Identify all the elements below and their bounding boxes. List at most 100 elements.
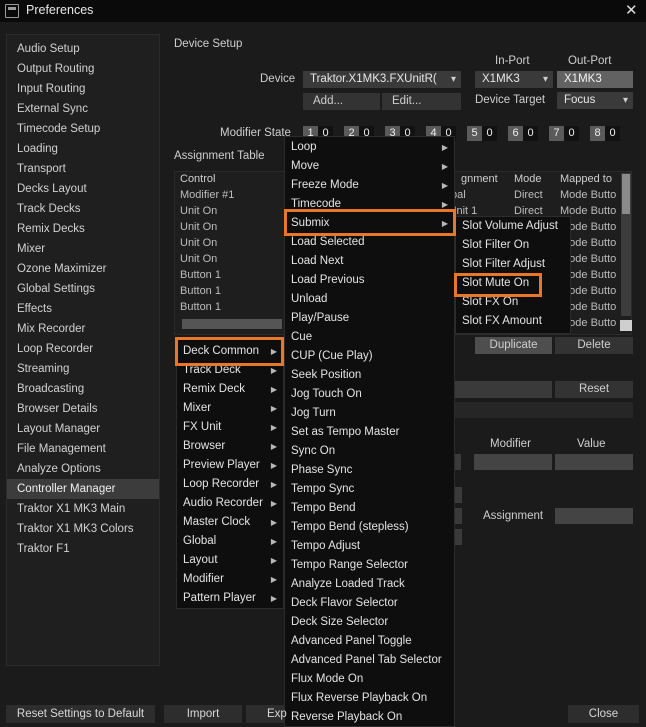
sidebar-item-global-settings[interactable]: Global Settings <box>7 279 159 299</box>
menu-item-track-deck[interactable]: Track Deck ▶ <box>177 361 283 380</box>
menu-item-slot-filter-adjust[interactable]: Slot Filter Adjust <box>456 255 570 274</box>
menu-item-modifier[interactable]: Modifier ▶ <box>177 570 283 589</box>
sidebar-item-layout-manager[interactable]: Layout Manager <box>7 419 159 439</box>
duplicate-button[interactable]: Duplicate <box>475 337 552 354</box>
menu-item-unload[interactable]: Unload <box>285 290 454 309</box>
table-hscrollbar[interactable] <box>182 319 282 329</box>
in-port-select[interactable]: X1MK3 ▾ <box>475 71 553 88</box>
menu-item-jog-turn[interactable]: Jog Turn <box>285 404 454 423</box>
sidebar-item-file-management[interactable]: File Management <box>7 439 159 459</box>
sidebar-item-traktor-f1[interactable]: Traktor F1 <box>7 539 159 559</box>
menu-item-slot-mute-on[interactable]: Slot Mute On <box>456 274 570 293</box>
sidebar-item-traktor-x1-mk3-colors[interactable]: Traktor X1 MK3 Colors <box>7 519 159 539</box>
table-row-control[interactable]: Unit On <box>180 253 217 265</box>
sidebar-item-decks-layout[interactable]: Decks Layout <box>7 179 159 199</box>
sidebar-item-transport[interactable]: Transport <box>7 159 159 179</box>
menu-item-play-pause[interactable]: Play/Pause <box>285 309 454 328</box>
sidebar-item-analyze-options[interactable]: Analyze Options <box>7 459 159 479</box>
menu-item-tempo-sync[interactable]: Tempo Sync <box>285 480 454 499</box>
menu-item-master-clock[interactable]: Master Clock ▶ <box>177 513 283 532</box>
menu-item-advanced-panel-toggle[interactable]: Advanced Panel Toggle <box>285 632 454 651</box>
menu-item-timecode[interactable]: Timecode ▶ <box>285 195 454 214</box>
add-button[interactable]: Add... <box>303 93 380 110</box>
menu-item-tempo-adjust[interactable]: Tempo Adjust <box>285 537 454 556</box>
menu-item-preview-player[interactable]: Preview Player ▶ <box>177 456 283 475</box>
assignment-select[interactable] <box>555 508 633 524</box>
close-button[interactable]: Close <box>568 705 639 723</box>
sidebar-item-effects[interactable]: Effects <box>7 299 159 319</box>
menu-item-loop[interactable]: Loop ▶ <box>285 138 454 157</box>
menu-item-submix[interactable]: Submix ▶ <box>285 214 454 233</box>
menu-item-remix-deck[interactable]: Remix Deck ▶ <box>177 380 283 399</box>
sidebar-item-audio-setup[interactable]: Audio Setup <box>7 39 159 59</box>
menu-item-set-as-tempo-master[interactable]: Set as Tempo Master <box>285 423 454 442</box>
device-target-select[interactable]: Focus ▾ <box>557 92 633 109</box>
menu-item-audio-recorder[interactable]: Audio Recorder ▶ <box>177 494 283 513</box>
sidebar-item-remix-decks[interactable]: Remix Decks <box>7 219 159 239</box>
table-row-control[interactable]: Button 1 <box>180 269 221 281</box>
menu-item-deck-size-selector[interactable]: Deck Size Selector <box>285 613 454 632</box>
menu-item-deck-common[interactable]: Deck Common ▶ <box>177 342 283 361</box>
menu-item-global[interactable]: Global ▶ <box>177 532 283 551</box>
sidebar-item-broadcasting[interactable]: Broadcasting <box>7 379 159 399</box>
menu-item-load-selected[interactable]: Load Selected <box>285 233 454 252</box>
menu-item-pattern-player[interactable]: Pattern Player ▶ <box>177 589 283 608</box>
comment-field[interactable] <box>452 402 633 418</box>
sidebar-item-input-routing[interactable]: Input Routing <box>7 79 159 99</box>
export-button[interactable]: Exp <box>246 705 287 723</box>
sidebar-item-controller-manager[interactable]: Controller Manager <box>7 479 159 499</box>
edit-button[interactable]: Edit... <box>382 93 461 110</box>
sidebar-item-browser-details[interactable]: Browser Details <box>7 399 159 419</box>
sidebar-item-output-routing[interactable]: Output Routing <box>7 59 159 79</box>
menu-item-browser[interactable]: Browser ▶ <box>177 437 283 456</box>
sidebar-item-loop-recorder[interactable]: Loop Recorder <box>7 339 159 359</box>
reset-settings-button[interactable]: Reset Settings to Default <box>6 705 155 723</box>
table-row-control[interactable]: Unit On <box>180 237 217 249</box>
menu-item-phase-sync[interactable]: Phase Sync <box>285 461 454 480</box>
learn-field[interactable] <box>452 381 552 398</box>
menu-item-flux-mode-on[interactable]: Flux Mode On <box>285 670 454 689</box>
close-icon[interactable]: ✕ <box>625 1 638 19</box>
out-port-select[interactable]: X1MK3 <box>557 71 633 88</box>
menu-item-load-previous[interactable]: Load Previous <box>285 271 454 290</box>
table-row-control[interactable]: Button 1 <box>180 301 221 313</box>
reset-button[interactable]: Reset <box>555 381 633 398</box>
menu-item-slot-fx-amount[interactable]: Slot FX Amount <box>456 312 570 331</box>
menu-item-slot-fx-on[interactable]: Slot FX On <box>456 293 570 312</box>
sidebar-item-traktor-x1-mk3-main[interactable]: Traktor X1 MK3 Main <box>7 499 159 519</box>
menu-item-tempo-range-selector[interactable]: Tempo Range Selector <box>285 556 454 575</box>
import-button[interactable]: Import <box>164 705 242 723</box>
menu-item-analyze-loaded-track[interactable]: Analyze Loaded Track <box>285 575 454 594</box>
menu-item-seek-position[interactable]: Seek Position <box>285 366 454 385</box>
table-row-control[interactable]: Modifier #1 <box>180 189 234 201</box>
menu-item-reverse-playback-on[interactable]: Reverse Playback On <box>285 708 454 727</box>
sidebar-item-streaming[interactable]: Streaming <box>7 359 159 379</box>
sidebar-item-mix-recorder[interactable]: Mix Recorder <box>7 319 159 339</box>
menu-item-freeze-mode[interactable]: Freeze Mode ▶ <box>285 176 454 195</box>
device-select[interactable]: Traktor.X1MK3.FXUnitR(▾ <box>303 71 461 88</box>
menu-item-layout[interactable]: Layout ▶ <box>177 551 283 570</box>
menu-item-loop-recorder[interactable]: Loop Recorder ▶ <box>177 475 283 494</box>
sidebar-item-mixer[interactable]: Mixer <box>7 239 159 259</box>
menu-item-deck-flavor-selector[interactable]: Deck Flavor Selector <box>285 594 454 613</box>
sidebar-item-loading[interactable]: Loading <box>7 139 159 159</box>
menu-item-sync-on[interactable]: Sync On <box>285 442 454 461</box>
sidebar-item-track-decks[interactable]: Track Decks <box>7 199 159 219</box>
menu-item-jog-touch-on[interactable]: Jog Touch On <box>285 385 454 404</box>
menu-item-cup-cue-play[interactable]: CUP (Cue Play) <box>285 347 454 366</box>
sidebar-item-external-sync[interactable]: External Sync <box>7 99 159 119</box>
menu-item-advanced-panel-tab-selector[interactable]: Advanced Panel Tab Selector <box>285 651 454 670</box>
table-row-control[interactable]: Button 1 <box>180 285 221 297</box>
sidebar-item-timecode-setup[interactable]: Timecode Setup <box>7 119 159 139</box>
menu-item-fx-unit[interactable]: FX Unit ▶ <box>177 418 283 437</box>
menu-item-slot-volume-adjust[interactable]: Slot Volume Adjust <box>456 217 570 236</box>
menu-item-tempo-bend-stepless[interactable]: Tempo Bend (stepless) <box>285 518 454 537</box>
menu-item-tempo-bend[interactable]: Tempo Bend <box>285 499 454 518</box>
value-select[interactable] <box>555 454 633 470</box>
menu-item-load-next[interactable]: Load Next <box>285 252 454 271</box>
menu-item-flux-reverse-playback-on[interactable]: Flux Reverse Playback On <box>285 689 454 708</box>
table-row-control[interactable]: Unit On <box>180 221 217 233</box>
modifier-select[interactable] <box>474 454 552 470</box>
sidebar-item-ozone-maximizer[interactable]: Ozone Maximizer <box>7 259 159 279</box>
table-scrollbar[interactable] <box>621 173 631 316</box>
